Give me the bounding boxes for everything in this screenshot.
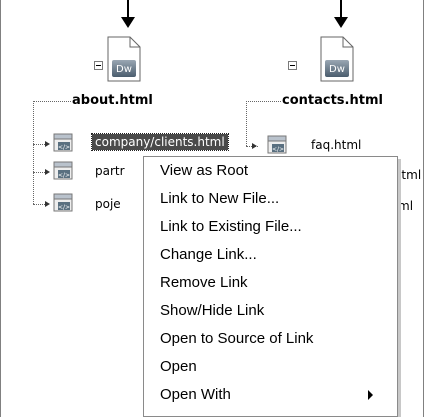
collapse-toggle[interactable] [288,61,297,70]
dreamweaver-doc-icon[interactable]: Dw [319,36,355,82]
collapse-toggle[interactable] [94,61,103,70]
menu-item-link-to-new-file[interactable]: Link to New File... [144,187,397,210]
menu-item-remove-link[interactable]: Remove Link [144,271,397,294]
dw-icon-text: Dw [116,64,132,75]
site-file-label[interactable]: poje [95,196,121,212]
link-arrow-icon [252,143,257,149]
menu-item-link-to-existing-file[interactable]: Link to Existing File... [144,215,397,238]
menu-item-open-to-source-of-link[interactable]: Open to Source of Link [144,327,397,350]
connector-line [33,101,71,102]
connector-line [33,101,34,204]
svg-text:</>: </> [272,146,284,153]
menu-item-label: Link to New File... [160,190,280,207]
svg-text:</>: </> [58,144,70,151]
menu-item-label: Change Link... [160,246,257,263]
site-file-label[interactable]: faq.html [311,137,361,153]
root-file-label[interactable]: contacts.html [282,93,383,108]
menu-item-change-link[interactable]: Change Link... [144,243,397,266]
panel-left-border [0,0,1,417]
down-arrow-icon [334,0,348,28]
svg-text:</>: </> [58,172,70,179]
menu-item-open-with[interactable]: Open With [144,383,397,406]
svg-text:</>: </> [58,204,70,211]
connector-line [33,144,45,145]
menu-item-show-hide-link[interactable]: Show/Hide Link [144,299,397,322]
menu-item-view-as-root[interactable]: View as Root [144,159,397,182]
html-file-icon[interactable]: </> [51,193,75,213]
connector-line [33,172,45,173]
site-file-label[interactable]: partr [95,163,125,179]
site-map-canvas: Dw about.html Dw contacts.html </> compa… [0,0,428,417]
html-file-icon[interactable]: </> [51,161,75,181]
down-arrow-icon [121,0,135,28]
root-file-label[interactable]: about.html [72,93,153,108]
html-file-icon[interactable]: </> [51,133,75,153]
html-file-icon[interactable]: </> [265,135,289,155]
menu-item-label: Open With [160,386,231,403]
connector-line [246,101,247,146]
menu-item-label: Remove Link [160,274,248,291]
menu-item-label: Open [160,358,197,375]
menu-item-label: Show/Hide Link [160,302,265,319]
site-file-label-selected[interactable]: company/clients.html [91,133,229,151]
connector-line [246,101,281,102]
context-menu: View as Root Link to New File... Link to… [143,156,398,417]
menu-item-label: View as Root [160,162,249,179]
menu-item-label: Link to Existing File... [160,218,302,235]
connector-line [33,204,45,205]
link-arrow-icon [45,169,50,175]
dreamweaver-doc-icon[interactable]: Dw [106,36,142,82]
link-arrow-icon [45,201,50,207]
menu-item-label: Open to Source of Link [160,330,314,347]
submenu-arrow-icon [368,390,373,400]
menu-item-open[interactable]: Open [144,355,397,378]
site-file-label[interactable]: ml [398,198,413,214]
panel-right-border [423,0,424,417]
dw-icon-text: Dw [329,64,345,75]
link-arrow-icon [45,141,50,147]
